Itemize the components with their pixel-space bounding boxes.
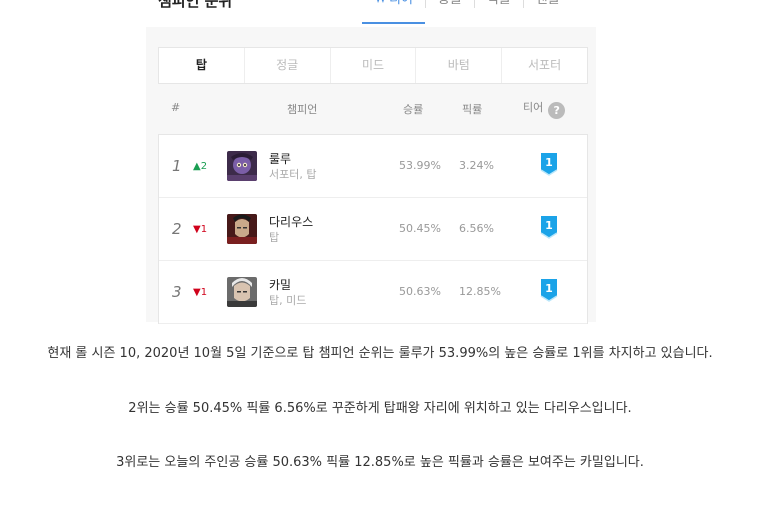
champion-portrait-icon[interactable] bbox=[227, 277, 257, 307]
tier-badge-icon: 1 bbox=[540, 279, 558, 302]
help-icon[interactable]: ? bbox=[548, 102, 566, 119]
tier-badge-label: 1 bbox=[545, 219, 553, 232]
tier-badge-icon: 1 bbox=[540, 216, 558, 239]
champion-winrate: 50.63% bbox=[399, 285, 441, 298]
table-row[interactable]: 2 ▼1 다리우스 탑 50.45% 6.56% 1 bbox=[159, 198, 587, 261]
position-tab-jungle[interactable]: 정글 bbox=[245, 48, 331, 83]
champion-winrate: 53.99% bbox=[399, 159, 441, 172]
tab-winrate[interactable]: 승률 bbox=[426, 0, 474, 24]
champion-name[interactable]: 카밀 bbox=[269, 276, 291, 293]
article-paragraph: 2위는 승률 50.45% 픽률 6.56%로 꾸준하게 탑패왕 자리에 위치하… bbox=[128, 401, 632, 416]
col-pickrate-header[interactable]: 픽률 bbox=[462, 101, 482, 117]
tier-badge-label: 1 bbox=[545, 282, 553, 295]
col-rank-header: # bbox=[171, 101, 181, 114]
tab-tier-label: 티어 bbox=[389, 0, 413, 7]
col-tier-label: 티어 bbox=[523, 101, 544, 114]
rank-number: 1 bbox=[172, 157, 182, 175]
tab-banrate[interactable]: 밴률 bbox=[524, 0, 572, 24]
champion-ranking-panel: 탑 정글 미드 바텀 서포터 # 챔피언 승률 픽률 티어? 1 ▲2 룰루 서… bbox=[146, 27, 596, 324]
champion-pickrate: 3.24% bbox=[459, 159, 494, 172]
champion-name[interactable]: 룰루 bbox=[269, 150, 291, 167]
position-tab-top[interactable]: 탑 bbox=[159, 48, 245, 83]
table-row[interactable]: 3 ▼1 카밀 탑, 미드 50.63% 12.85% 1 bbox=[159, 261, 587, 324]
champion-name[interactable]: 다리우스 bbox=[269, 213, 313, 230]
champion-portrait-icon[interactable] bbox=[227, 151, 257, 181]
col-champion-header: 챔피언 bbox=[287, 103, 318, 116]
tier-badge-label: 1 bbox=[545, 156, 553, 169]
article-paragraph: 현재 롤 시즌 10, 2020년 10월 5일 기준으로 탑 챔피언 순위는 … bbox=[47, 346, 713, 361]
rank-change: ▼1 bbox=[193, 224, 208, 235]
col-tier-header: 티어? bbox=[523, 99, 566, 119]
article-paragraph: 3위로는 오늘의 주인공 승률 50.63% 픽률 12.85%로 높은 픽률과… bbox=[116, 455, 644, 470]
tab-tier[interactable]: 티어 bbox=[362, 0, 425, 24]
rank-number: 2 bbox=[172, 220, 182, 238]
tier-icon bbox=[377, 0, 384, 3]
position-tab-support[interactable]: 서포터 bbox=[502, 48, 587, 83]
champion-list: 1 ▲2 룰루 서포터, 탑 53.99% 3.24% 1 2 ▼1 다리우스 … bbox=[158, 134, 588, 324]
tab-pickrate[interactable]: 픽률 bbox=[475, 0, 523, 24]
champion-portrait-icon[interactable] bbox=[227, 214, 257, 244]
champion-positions: 서포터, 탑 bbox=[269, 168, 317, 181]
champion-positions: 탑, 미드 bbox=[269, 294, 307, 307]
sort-tabs: 티어 승률 픽률 밴률 bbox=[362, 0, 572, 24]
section-title: 챔피언 순위 bbox=[158, 0, 233, 10]
position-tab-bottom[interactable]: 바텀 bbox=[416, 48, 503, 83]
champion-winrate: 50.45% bbox=[399, 222, 441, 235]
position-tab-mid[interactable]: 미드 bbox=[331, 48, 417, 83]
rank-number: 3 bbox=[172, 283, 182, 301]
champion-positions: 탑 bbox=[269, 231, 280, 244]
table-row[interactable]: 1 ▲2 룰루 서포터, 탑 53.99% 3.24% 1 bbox=[159, 135, 587, 198]
champion-pickrate: 12.85% bbox=[459, 285, 501, 298]
tier-badge-icon: 1 bbox=[540, 153, 558, 176]
position-tabs: 탑 정글 미드 바텀 서포터 bbox=[158, 47, 588, 84]
col-winrate-header[interactable]: 승률 bbox=[403, 101, 423, 117]
ranking-header: 챔피언 순위 티어 승률 픽률 밴률 bbox=[0, 0, 760, 24]
rank-change: ▼1 bbox=[193, 287, 208, 298]
rank-change: ▲2 bbox=[193, 161, 208, 172]
champion-pickrate: 6.56% bbox=[459, 222, 494, 235]
